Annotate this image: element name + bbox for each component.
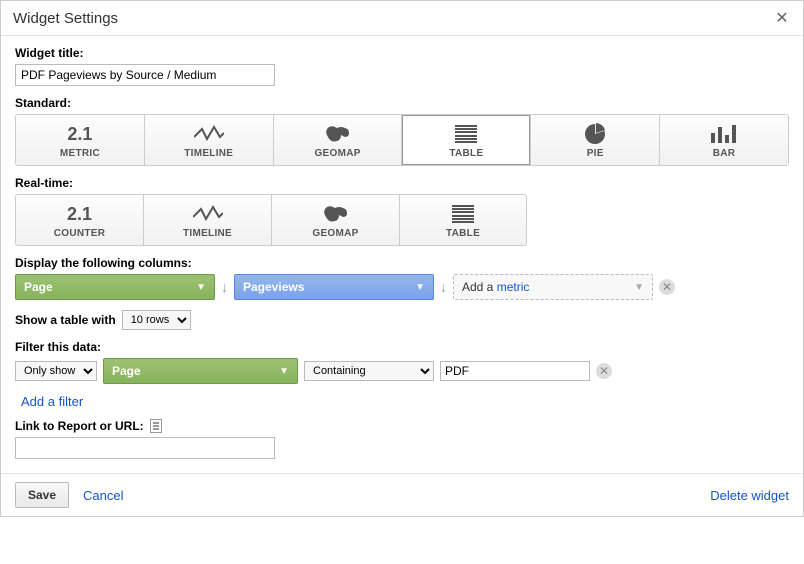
chevron-down-icon: ▼ xyxy=(415,282,425,293)
type-geomap[interactable]: GEOMAP xyxy=(274,115,403,165)
table-rows-select[interactable]: 10 rows xyxy=(122,310,191,330)
filter-label: Filter this data: xyxy=(15,340,789,354)
remove-icon: ✕ xyxy=(662,280,672,294)
chevron-down-icon: ▼ xyxy=(279,366,289,377)
dialog-title: Widget Settings xyxy=(13,10,118,27)
standard-label: Standard: xyxy=(15,96,789,110)
chevron-down-icon: ▼ xyxy=(196,282,206,293)
metric-icon: 2.1 xyxy=(67,123,92,145)
arrow-down-icon: ↓ xyxy=(221,279,228,295)
column-1-select[interactable]: Page ▼ xyxy=(15,274,215,300)
table-icon xyxy=(455,123,477,145)
document-icon xyxy=(150,419,162,433)
timeline-icon xyxy=(194,123,224,145)
widget-settings-dialog: Widget Settings ✕ Widget title: Standard… xyxy=(0,0,804,517)
link-report-label: Link to Report or URL: xyxy=(15,419,144,433)
table-icon xyxy=(452,203,474,225)
chevron-down-icon: ▼ xyxy=(634,282,644,293)
filter-mode-select[interactable]: Only show xyxy=(15,361,97,381)
remove-column-button[interactable]: ✕ xyxy=(659,279,675,295)
remove-icon: ✕ xyxy=(599,364,609,378)
add-filter-link[interactable]: Add a filter xyxy=(21,394,83,409)
type-pie[interactable]: PIE xyxy=(531,115,660,165)
columns-label: Display the following columns: xyxy=(15,256,789,270)
filter-field-select[interactable]: Page ▼ xyxy=(103,358,298,384)
geomap-icon xyxy=(323,123,353,145)
remove-filter-button[interactable]: ✕ xyxy=(596,363,612,379)
pie-icon xyxy=(584,123,606,145)
table-rows-label: Show a table with xyxy=(15,313,116,327)
arrow-down-icon: ↓ xyxy=(440,279,447,295)
type-table[interactable]: TABLE xyxy=(402,115,531,165)
widget-title-input[interactable] xyxy=(15,64,275,86)
dialog-body: Widget title: Standard: 2.1 METRIC TIMEL… xyxy=(1,36,803,473)
filter-operator-select[interactable]: Containing xyxy=(304,361,434,381)
dialog-footer: Save Cancel Delete widget xyxy=(1,473,803,516)
cancel-link[interactable]: Cancel xyxy=(83,488,123,503)
dialog-header: Widget Settings ✕ xyxy=(1,1,803,36)
close-icon: ✕ xyxy=(775,8,788,28)
rt-type-geomap[interactable]: GEOMAP xyxy=(271,194,399,246)
save-button[interactable]: Save xyxy=(15,482,69,508)
realtime-type-grid: 2.1 COUNTER TIMELINE GEOMAP xyxy=(15,194,789,246)
geomap-icon xyxy=(321,203,351,225)
bar-icon xyxy=(711,123,737,145)
add-metric-select[interactable]: Add a metric ▼ xyxy=(453,274,653,300)
standard-type-grid: 2.1 METRIC TIMELINE GEOMAP xyxy=(15,114,789,166)
timeline-icon xyxy=(193,203,223,225)
column-2-select[interactable]: Pageviews ▼ xyxy=(234,274,434,300)
rt-type-counter[interactable]: 2.1 COUNTER xyxy=(15,194,143,246)
counter-icon: 2.1 xyxy=(67,203,92,225)
widget-title-label: Widget title: xyxy=(15,46,789,60)
type-metric[interactable]: 2.1 METRIC xyxy=(16,115,145,165)
rt-type-timeline[interactable]: TIMELINE xyxy=(143,194,271,246)
type-timeline[interactable]: TIMELINE xyxy=(145,115,274,165)
rt-type-table[interactable]: TABLE xyxy=(399,194,527,246)
delete-widget-link[interactable]: Delete widget xyxy=(710,488,789,503)
type-bar[interactable]: BAR xyxy=(660,115,788,165)
columns-row: Page ▼ ↓ Pageviews ▼ ↓ Add a metric ▼ ✕ xyxy=(15,274,789,300)
link-report-input[interactable] xyxy=(15,437,275,459)
close-button[interactable]: ✕ xyxy=(773,9,791,27)
filter-row: Only show Page ▼ Containing ✕ xyxy=(15,358,789,384)
realtime-label: Real-time: xyxy=(15,176,789,190)
filter-value-input[interactable] xyxy=(440,361,590,381)
